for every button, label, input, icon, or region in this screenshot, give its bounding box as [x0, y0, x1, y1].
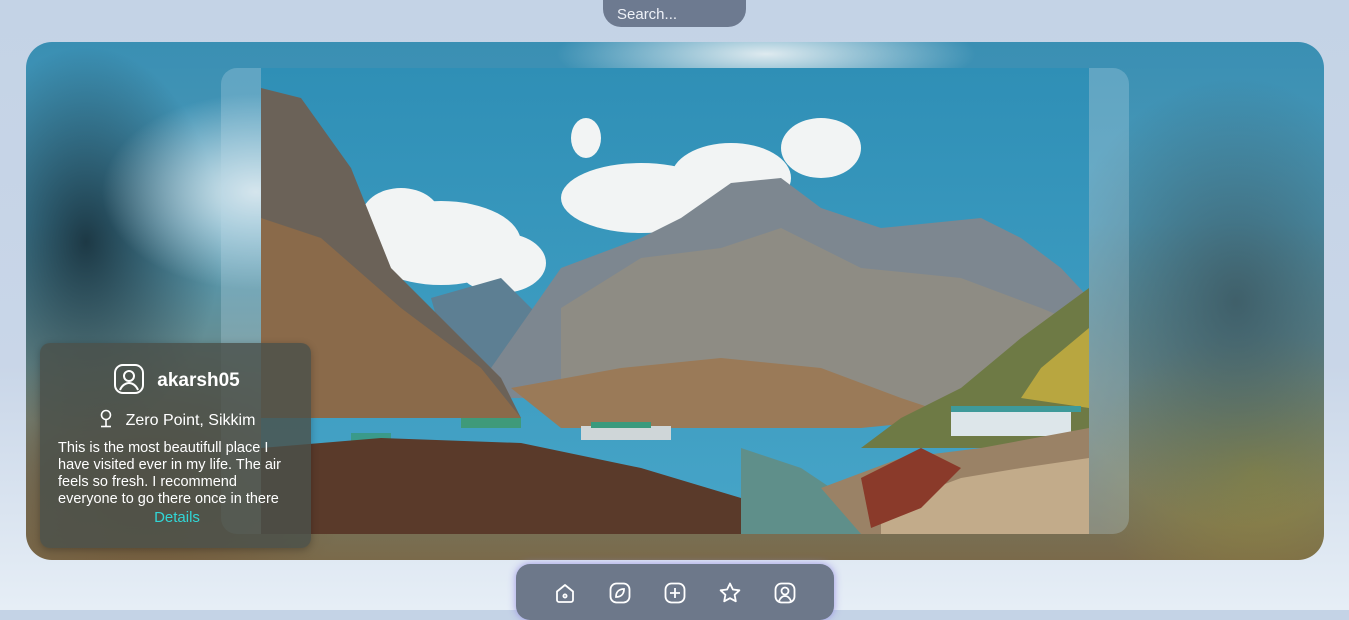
username[interactable]: akarsh05 — [157, 370, 239, 392]
user-row: akarsh05 — [58, 361, 295, 401]
add-square-icon — [664, 582, 686, 604]
post-info-card: akarsh05 Zero Point, Sikkim This is the … — [40, 343, 311, 548]
location-row: Zero Point, Sikkim — [58, 409, 295, 434]
nav-favorites-button[interactable] — [718, 581, 742, 605]
nav-explore-button[interactable] — [608, 581, 632, 605]
nav-home-button[interactable] — [553, 581, 577, 605]
post-photo — [261, 68, 1089, 534]
profile-icon — [774, 582, 796, 604]
location-pin-icon — [98, 409, 114, 434]
post-description: This is the most beautifull place I have… — [58, 440, 281, 507]
search-input[interactable] — [603, 0, 746, 27]
location-text: Zero Point, Sikkim — [125, 412, 256, 429]
star-icon — [719, 582, 741, 603]
bottom-nav-bar — [516, 564, 834, 620]
compass-icon — [609, 582, 631, 604]
nav-create-button[interactable] — [663, 581, 687, 605]
nav-profile-button[interactable] — [773, 581, 797, 605]
user-avatar-icon — [113, 363, 145, 400]
details-link[interactable]: Details — [58, 509, 296, 526]
home-icon — [556, 584, 574, 603]
